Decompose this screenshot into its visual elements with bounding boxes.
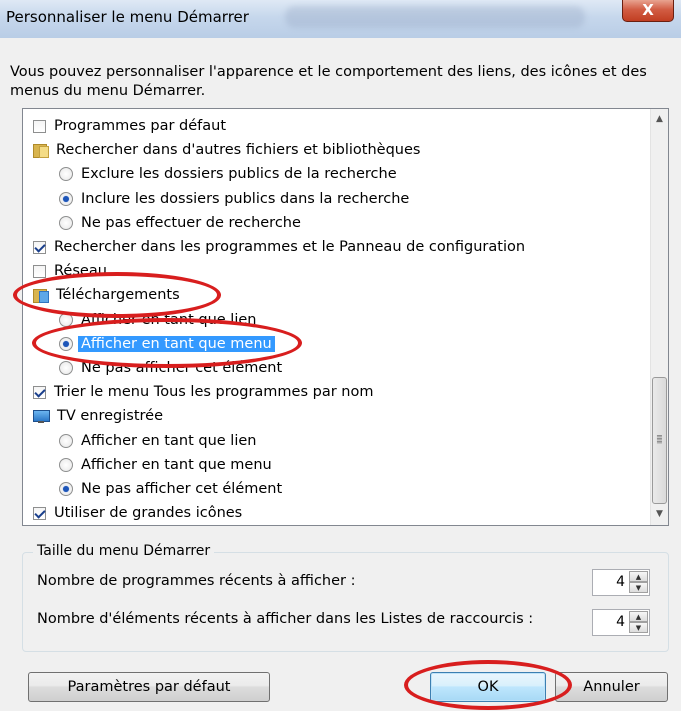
option-row[interactable]: Inclure les dossiers publics dans la rec… xyxy=(23,187,648,211)
downloads-folder-icon xyxy=(33,288,49,304)
radio-button[interactable] xyxy=(59,457,73,472)
start-menu-size-group: Taille du menu Démarrer Nombre de progra… xyxy=(22,543,669,652)
option-label: Afficher en tant que menu xyxy=(78,335,275,352)
option-label: Trier le menu Tous les programmes par no… xyxy=(54,384,374,401)
option-label: Programmes par défaut xyxy=(54,118,227,135)
option-row[interactable]: Trier le menu Tous les programmes par no… xyxy=(23,380,648,404)
option-label: Rechercher dans les programmes et le Pan… xyxy=(54,239,526,256)
title-bar: Personnaliser le menu Démarrer X xyxy=(0,0,681,38)
scroll-thumb[interactable]: ═ ═ ═ xyxy=(652,377,667,504)
radio-button[interactable] xyxy=(59,191,73,206)
option-row[interactable]: Réseau xyxy=(23,259,648,283)
radio-button[interactable] xyxy=(59,360,73,375)
tv-icon xyxy=(33,409,50,424)
spin-down-icon[interactable]: ▼ xyxy=(629,582,648,593)
options-listbox[interactable]: Programmes par défaut Rechercher dans d'a… xyxy=(22,108,669,526)
radio-button[interactable] xyxy=(59,481,73,496)
checkbox[interactable] xyxy=(33,264,46,278)
scrollbar[interactable]: ▲ ═ ═ ═ ▼ xyxy=(650,109,668,525)
option-label: Utiliser de grandes icônes xyxy=(54,505,243,522)
option-row[interactable]: Ne pas afficher cet élément xyxy=(23,477,648,501)
recent-items-value[interactable]: 4 xyxy=(616,614,625,630)
spin-down-icon[interactable]: ▼ xyxy=(629,622,648,633)
group-title: Taille du menu Démarrer xyxy=(33,543,215,559)
ok-button[interactable]: OK xyxy=(430,672,546,702)
cancel-button[interactable]: Annuler xyxy=(555,672,668,702)
option-label: Ne pas effectuer de recherche xyxy=(81,214,301,231)
recent-items-label: Nombre d'éléments récents à afficher dan… xyxy=(37,611,534,627)
checkbox[interactable] xyxy=(33,119,46,133)
dialog-title: Personnaliser le menu Démarrer xyxy=(6,8,249,26)
option-label: Ne pas afficher cet élément xyxy=(81,480,283,497)
option-label: TV enregistrée xyxy=(57,408,164,425)
radio-button[interactable] xyxy=(59,312,73,327)
radio-button[interactable] xyxy=(59,433,73,448)
option-row[interactable]: Afficher en tant que menu xyxy=(23,332,648,356)
radio-button[interactable] xyxy=(59,167,73,182)
checkbox[interactable] xyxy=(33,240,46,254)
dialog-window: Personnaliser le menu Démarrer X Vous po… xyxy=(0,0,681,711)
folder-icon xyxy=(33,143,49,159)
option-row[interactable]: Ne pas effectuer de recherche xyxy=(23,211,648,235)
option-row[interactable]: TV enregistrée xyxy=(23,404,648,428)
option-label: Réseau xyxy=(54,263,107,280)
checkbox[interactable] xyxy=(33,506,46,520)
option-label: Téléchargements xyxy=(56,287,180,304)
recent-programs-label: Nombre de programmes récents à afficher … xyxy=(37,573,356,589)
radio-button[interactable] xyxy=(59,336,73,351)
options-list: Programmes par défaut Rechercher dans d'a… xyxy=(23,114,648,525)
recent-programs-value[interactable]: 4 xyxy=(616,574,625,590)
option-label: Exclure les dossiers publics de la reche… xyxy=(81,166,397,183)
option-row[interactable]: Rechercher dans les programmes et le Pan… xyxy=(23,235,648,259)
option-label: Rechercher dans d'autres fichiers et bib… xyxy=(56,142,421,159)
option-label: Ne pas afficher cet élément xyxy=(81,359,283,376)
option-row[interactable]: Programmes par défaut xyxy=(23,114,648,138)
background-title-blur xyxy=(285,6,585,28)
recent-programs-spinner[interactable]: 4 ▲ ▼ xyxy=(592,569,650,596)
scroll-down-icon[interactable]: ▼ xyxy=(651,506,668,523)
option-row[interactable]: Afficher en tant que lien xyxy=(23,428,648,452)
option-row[interactable]: Afficher en tant que menu xyxy=(23,453,648,477)
option-row[interactable]: Exclure les dossiers publics de la reche… xyxy=(23,162,648,186)
option-row[interactable]: Utiliser de grandes icônes xyxy=(23,501,648,525)
option-label: Inclure les dossiers publics dans la rec… xyxy=(81,190,410,207)
option-row[interactable]: Afficher en tant que lien xyxy=(23,308,648,332)
option-label: Afficher en tant que menu xyxy=(81,456,272,473)
spin-up-icon[interactable]: ▲ xyxy=(629,571,648,582)
spin-up-icon[interactable]: ▲ xyxy=(629,611,648,622)
scroll-up-icon[interactable]: ▲ xyxy=(651,111,668,128)
intro-text: Vous pouvez personnaliser l'apparence et… xyxy=(10,64,647,99)
option-row[interactable]: Rechercher dans d'autres fichiers et bib… xyxy=(23,138,648,162)
checkbox[interactable] xyxy=(33,385,46,399)
close-button[interactable]: X xyxy=(622,0,674,22)
option-row[interactable]: Ne pas afficher cet élément xyxy=(23,356,648,380)
option-label: Afficher en tant que lien xyxy=(81,432,257,449)
recent-items-spinner[interactable]: 4 ▲ ▼ xyxy=(592,609,650,636)
defaults-button[interactable]: Paramètres par défaut xyxy=(28,672,270,702)
grip-icon: ═ ═ ═ xyxy=(657,432,662,447)
radio-button[interactable] xyxy=(59,215,73,230)
option-label: Afficher en tant que lien xyxy=(81,311,257,328)
option-row[interactable]: Téléchargements xyxy=(23,283,648,307)
